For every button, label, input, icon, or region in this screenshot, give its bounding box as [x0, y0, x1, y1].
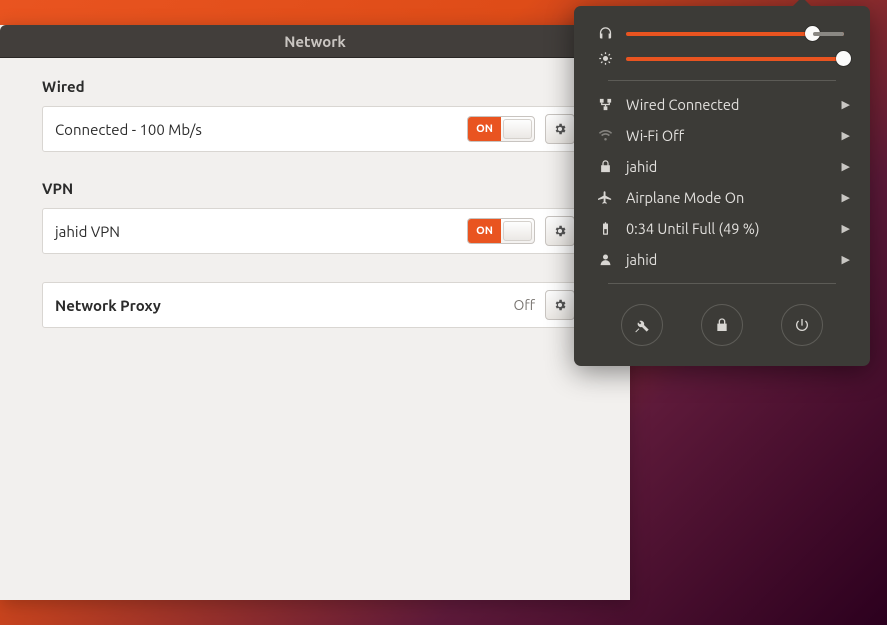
menu-wifi-label: Wi-Fi Off: [626, 127, 842, 144]
airplane-icon: [594, 190, 616, 205]
chevron-right-icon: ▶: [842, 160, 850, 173]
settings-button[interactable]: [621, 304, 663, 346]
wired-status-label: Connected - 100 Mb/s: [55, 121, 467, 138]
brightness-icon: [594, 51, 616, 66]
headphones-icon: [594, 26, 616, 41]
chevron-right-icon: ▶: [842, 129, 850, 142]
menu-wired-label: Wired Connected: [626, 96, 842, 113]
volume-slider-row: [574, 22, 870, 47]
user-icon: [594, 252, 616, 267]
network-settings-window: Network Wired + Connected - 100 Mb/s ON …: [0, 25, 630, 600]
menu-battery-label: 0:34 Until Full (49 %): [626, 220, 842, 237]
action-buttons-row: [574, 292, 870, 348]
menu-item-user[interactable]: jahid ▶: [574, 244, 870, 275]
wired-section: Wired + Connected - 100 Mb/s ON: [0, 58, 630, 152]
menu-item-battery[interactable]: 0:34 Until Full (49 %) ▶: [574, 213, 870, 244]
wired-icon: [594, 97, 616, 112]
chevron-right-icon: ▶: [842, 222, 850, 235]
vpn-section: VPN + jahid VPN ON: [0, 152, 630, 254]
vpn-heading: VPN: [42, 180, 73, 197]
wired-heading: Wired: [42, 78, 85, 95]
vpn-settings-button[interactable]: [545, 216, 575, 246]
window-titlebar: Network: [0, 25, 630, 58]
tools-icon: [634, 317, 650, 333]
window-title: Network: [284, 33, 346, 50]
menu-item-wired[interactable]: Wired Connected ▶: [574, 89, 870, 120]
gear-icon: [553, 224, 567, 238]
chevron-right-icon: ▶: [842, 253, 850, 266]
vpn-connection-row: jahid VPN ON: [42, 208, 588, 254]
wifi-icon: [594, 128, 616, 143]
wired-connection-row: Connected - 100 Mb/s ON: [42, 106, 588, 152]
volume-slider[interactable]: [626, 32, 844, 36]
brightness-slider-row: [574, 47, 870, 72]
popup-separator: [608, 80, 836, 81]
system-menu-popup: Wired Connected ▶ Wi-Fi Off ▶ jahid ▶ Ai…: [574, 6, 870, 366]
vpn-name-label: jahid VPN: [55, 223, 467, 240]
brightness-slider-thumb[interactable]: [836, 51, 851, 66]
lock-icon: [714, 317, 730, 333]
power-button[interactable]: [781, 304, 823, 346]
wired-settings-button[interactable]: [545, 114, 575, 144]
proxy-status-label: Off: [513, 297, 535, 313]
battery-icon: [594, 221, 616, 236]
wired-toggle[interactable]: ON: [467, 116, 535, 142]
wired-toggle-on-label: ON: [468, 117, 501, 141]
chevron-right-icon: ▶: [842, 191, 850, 204]
lock-icon: [594, 159, 616, 174]
menu-airplane-label: Airplane Mode On: [626, 189, 842, 206]
vpn-toggle-knob: [503, 221, 532, 241]
brightness-slider[interactable]: [626, 57, 844, 61]
menu-user-label: jahid: [626, 251, 842, 268]
vpn-toggle-on-label: ON: [468, 219, 501, 243]
lock-screen-button[interactable]: [701, 304, 743, 346]
power-icon: [794, 317, 810, 333]
proxy-heading: Network Proxy: [55, 297, 513, 314]
gear-icon: [553, 122, 567, 136]
vpn-toggle[interactable]: ON: [467, 218, 535, 244]
proxy-section: Network Proxy Off: [0, 254, 630, 328]
menu-item-vpn[interactable]: jahid ▶: [574, 151, 870, 182]
proxy-settings-button[interactable]: [545, 290, 575, 320]
menu-item-wifi[interactable]: Wi-Fi Off ▶: [574, 120, 870, 151]
menu-item-airplane[interactable]: Airplane Mode On ▶: [574, 182, 870, 213]
chevron-right-icon: ▶: [842, 98, 850, 111]
network-proxy-row[interactable]: Network Proxy Off: [42, 282, 588, 328]
wired-toggle-knob: [503, 119, 532, 139]
popup-separator: [608, 283, 836, 284]
menu-vpn-label: jahid: [626, 158, 842, 175]
gear-icon: [553, 298, 567, 312]
